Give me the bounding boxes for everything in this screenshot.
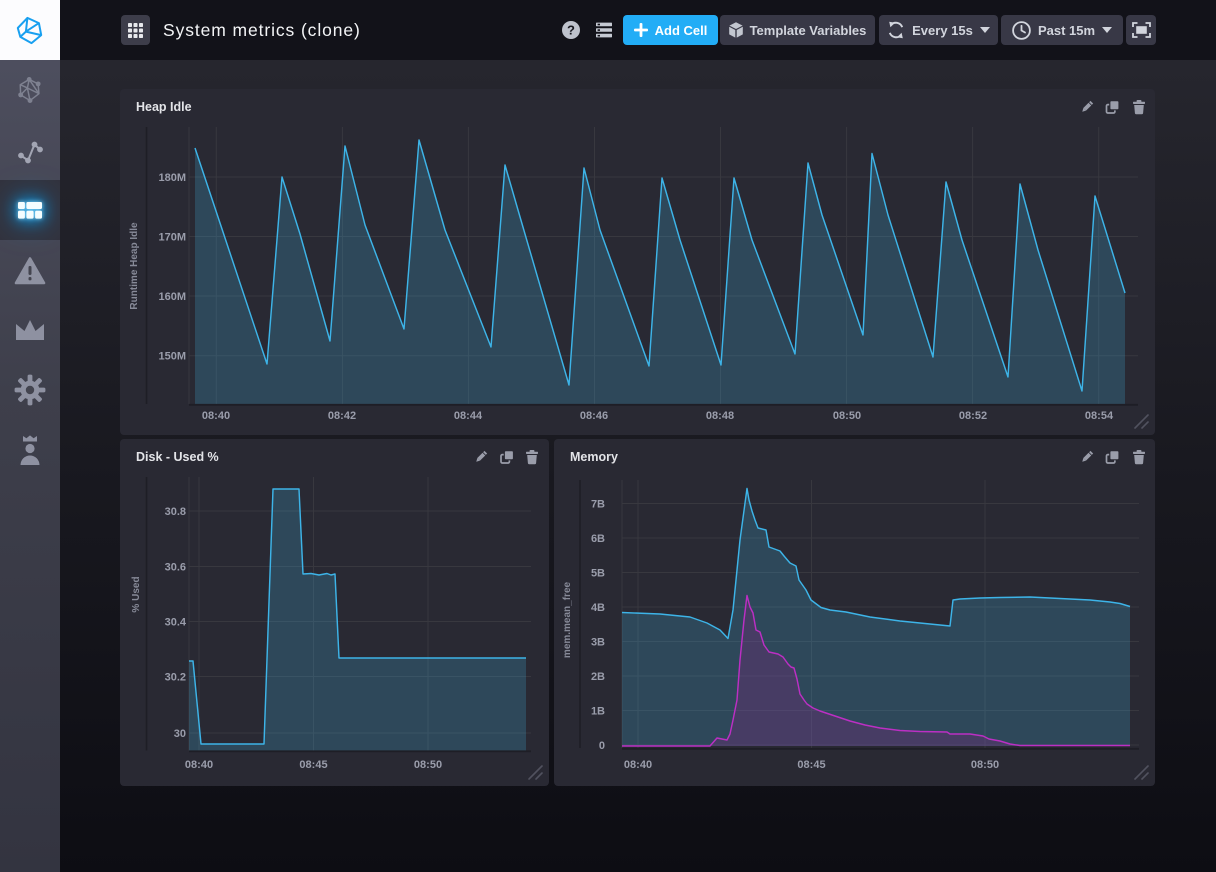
svg-text:2B: 2B: [591, 671, 605, 683]
svg-text:0: 0: [599, 740, 605, 752]
svg-text:08:50: 08:50: [971, 759, 999, 771]
svg-text:30.2: 30.2: [165, 672, 186, 684]
svg-text:160M: 160M: [158, 291, 186, 303]
svg-text:08:40: 08:40: [202, 410, 230, 422]
svg-text:170M: 170M: [158, 232, 186, 244]
svg-text:Runtime Heap Idle: Runtime Heap Idle: [129, 222, 140, 310]
svg-text:150M: 150M: [158, 351, 186, 363]
svg-text:4B: 4B: [591, 602, 605, 614]
svg-text:?: ?: [567, 23, 575, 38]
svg-text:5B: 5B: [591, 568, 605, 580]
svg-text:mem.mean_free: mem.mean_free: [562, 581, 573, 658]
svg-text:08:50: 08:50: [414, 759, 442, 771]
svg-text:08:54: 08:54: [1085, 410, 1114, 422]
svg-text:08:44: 08:44: [454, 410, 483, 422]
svg-text:08:40: 08:40: [185, 759, 213, 771]
svg-text:1B: 1B: [591, 706, 605, 718]
svg-text:08:52: 08:52: [959, 410, 987, 422]
svg-text:Heap Idle: Heap Idle: [136, 100, 192, 114]
svg-text:08:48: 08:48: [706, 410, 734, 422]
svg-text:30.8: 30.8: [165, 506, 186, 518]
svg-text:08:50: 08:50: [833, 410, 861, 422]
svg-text:30.4: 30.4: [165, 617, 187, 629]
svg-text:% Used: % Used: [131, 576, 142, 612]
svg-text:08:42: 08:42: [328, 410, 356, 422]
svg-text:180M: 180M: [158, 172, 186, 184]
svg-text:08:40: 08:40: [624, 759, 652, 771]
svg-text:08:45: 08:45: [299, 759, 327, 771]
svg-text:30: 30: [174, 728, 186, 740]
svg-text:6B: 6B: [591, 533, 605, 545]
svg-text:3B: 3B: [591, 637, 605, 649]
svg-text:Disk - Used %: Disk - Used %: [136, 450, 219, 464]
svg-text:7B: 7B: [591, 499, 605, 511]
svg-text:30.6: 30.6: [165, 562, 186, 574]
svg-text:08:45: 08:45: [797, 759, 825, 771]
svg-text:Memory: Memory: [570, 450, 618, 464]
svg-text:08:46: 08:46: [580, 410, 608, 422]
